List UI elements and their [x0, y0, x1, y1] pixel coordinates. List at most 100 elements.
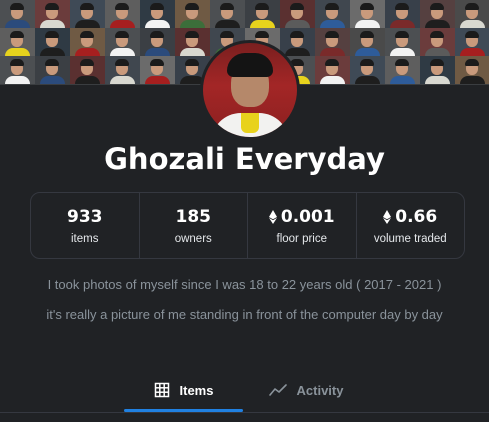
tile-shirt — [390, 48, 415, 56]
banner-photo-tile — [455, 28, 489, 56]
tile-shirt — [460, 48, 485, 56]
banner-photo-tile — [175, 28, 210, 56]
banner-photo-tile — [315, 28, 350, 56]
trend-line-icon — [268, 384, 287, 396]
banner-photo-tile — [280, 28, 315, 56]
stat-items-value: 933 — [67, 206, 103, 227]
stat-owners[interactable]: 185 owners — [140, 193, 248, 258]
tile-shirt — [460, 20, 485, 28]
tile-hair — [220, 31, 234, 38]
banner-photo-tile — [455, 56, 489, 84]
tile-shirt — [355, 76, 380, 84]
tile-shirt — [75, 20, 100, 28]
tab-items[interactable]: Items — [124, 370, 243, 410]
stat-floor-price-label: floor price — [276, 232, 328, 245]
grid-icon — [154, 382, 169, 398]
banner-photo-tile — [315, 0, 350, 28]
tile-shirt — [110, 48, 135, 56]
ethereum-icon — [383, 209, 392, 224]
tile-shirt — [40, 20, 65, 28]
tile-hair — [395, 59, 409, 66]
tile-hair — [325, 3, 339, 10]
tile-hair — [185, 59, 199, 66]
tile-shirt — [355, 20, 380, 28]
ethereum-icon — [268, 209, 277, 224]
banner-photo-tile — [105, 56, 140, 84]
tabs-divider — [0, 412, 489, 413]
tile-shirt — [5, 76, 30, 84]
tile-hair — [395, 3, 409, 10]
tile-hair — [115, 3, 129, 10]
tile-shirt — [110, 76, 135, 84]
tile-hair — [465, 31, 479, 38]
tile-shirt — [425, 76, 450, 84]
tile-hair — [430, 3, 444, 10]
tile-hair — [430, 31, 444, 38]
tile-hair — [290, 3, 304, 10]
banner-photo-tile — [70, 56, 105, 84]
banner-photo-tile — [455, 0, 489, 28]
collection-avatar[interactable] — [200, 40, 300, 140]
tile-hair — [465, 59, 479, 66]
collection-stats: 933 items 185 owners 0.001 floor price 0… — [30, 192, 465, 259]
tile-hair — [360, 3, 374, 10]
tab-activity-label: Activity — [296, 382, 344, 398]
banner-photo-tile — [175, 0, 210, 28]
tile-shirt — [285, 20, 310, 28]
tile-shirt — [5, 20, 30, 28]
tile-hair — [45, 31, 59, 38]
tile-shirt — [250, 20, 275, 28]
tile-hair — [80, 31, 94, 38]
banner-photo-tile — [385, 28, 420, 56]
tile-hair — [325, 59, 339, 66]
banner-photo-tile — [70, 0, 105, 28]
tile-hair — [115, 59, 129, 66]
stat-volume-value-row: 0.66 — [383, 207, 437, 227]
collection-description-line-2: it's really a picture of me standing in … — [46, 307, 443, 322]
tile-hair — [360, 31, 374, 38]
tile-hair — [45, 3, 59, 10]
banner-photo-tile — [140, 56, 175, 84]
tile-hair — [465, 3, 479, 10]
tab-activity[interactable]: Activity — [256, 370, 356, 410]
stat-items[interactable]: 933 items — [31, 193, 140, 258]
avatar-collar — [241, 113, 259, 133]
stat-volume-traded[interactable]: 0.66 volume traded — [357, 193, 465, 258]
tile-hair — [10, 3, 24, 10]
stat-owners-label: owners — [174, 232, 212, 245]
collection-title: Ghozali Everyday — [104, 142, 385, 176]
tile-hair — [395, 31, 409, 38]
tile-shirt — [425, 20, 450, 28]
tile-hair — [220, 3, 234, 10]
banner-photo-tile — [420, 56, 455, 84]
tile-shirt — [40, 48, 65, 56]
tile-shirt — [110, 20, 135, 28]
tile-hair — [115, 31, 129, 38]
stat-floor-price[interactable]: 0.001 floor price — [248, 193, 357, 258]
banner-photo-tile — [350, 0, 385, 28]
tile-shirt — [5, 48, 30, 56]
tile-shirt — [75, 76, 100, 84]
banner-photo-tile — [315, 56, 350, 84]
tile-shirt — [180, 48, 205, 56]
tab-items-label: Items — [179, 382, 214, 398]
stat-floor-price-value: 0.001 — [280, 206, 335, 227]
tile-shirt — [145, 48, 170, 56]
tile-shirt — [75, 48, 100, 56]
banner-photo-tile — [35, 0, 70, 28]
tile-shirt — [425, 48, 450, 56]
tile-shirt — [180, 20, 205, 28]
banner-photo-tile — [350, 28, 385, 56]
banner-photo-tile — [210, 0, 245, 28]
tile-hair — [150, 31, 164, 38]
banner-photo-tile — [420, 28, 455, 56]
tile-hair — [360, 59, 374, 66]
tile-hair — [10, 31, 24, 38]
banner-photo-tile — [105, 0, 140, 28]
tile-shirt — [320, 76, 345, 84]
tile-shirt — [390, 76, 415, 84]
banner-photo-tile — [385, 0, 420, 28]
tile-hair — [255, 31, 269, 38]
banner-photo-tile — [140, 28, 175, 56]
banner-photo-tile — [385, 56, 420, 84]
